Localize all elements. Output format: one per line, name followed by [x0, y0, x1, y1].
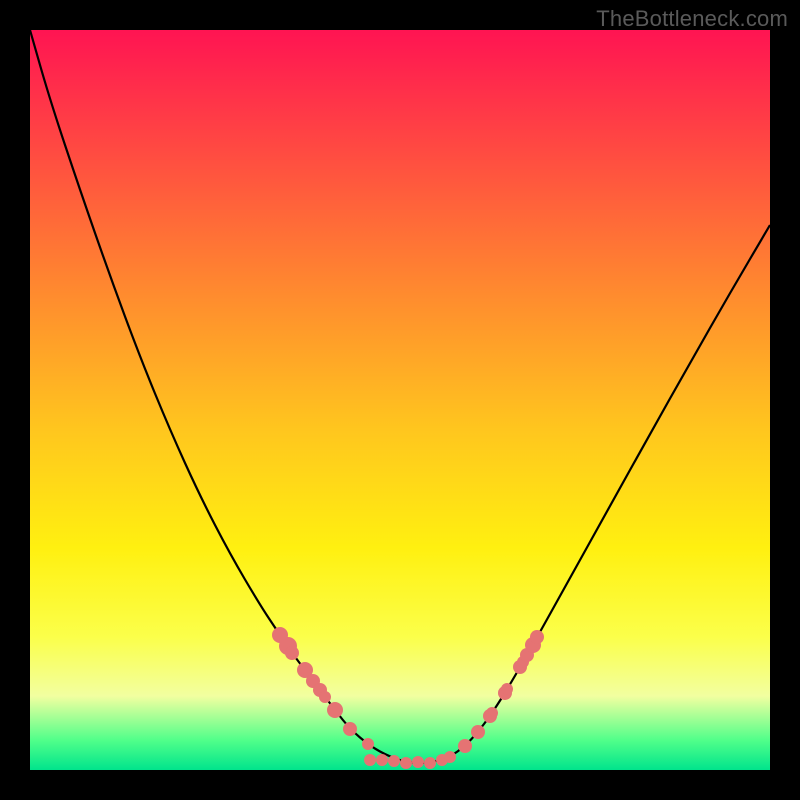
data-marker: [412, 756, 424, 768]
data-marker: [388, 755, 400, 767]
data-marker: [471, 725, 485, 739]
data-marker: [530, 630, 544, 644]
data-marker: [364, 754, 376, 766]
data-marker: [319, 691, 331, 703]
data-markers: [272, 627, 544, 769]
data-marker: [285, 646, 299, 660]
data-marker: [376, 754, 388, 766]
data-marker: [362, 738, 374, 750]
watermark-text: TheBottleneck.com: [596, 6, 788, 32]
data-marker: [486, 707, 498, 719]
data-marker: [343, 722, 357, 736]
data-marker: [444, 751, 456, 763]
chart-frame: [30, 30, 770, 770]
data-marker: [400, 757, 412, 769]
data-marker: [327, 702, 343, 718]
data-marker: [458, 739, 472, 753]
bottleneck-curve: [30, 30, 770, 763]
data-marker: [424, 757, 436, 769]
chart-svg: [30, 30, 770, 770]
data-marker: [501, 683, 513, 695]
